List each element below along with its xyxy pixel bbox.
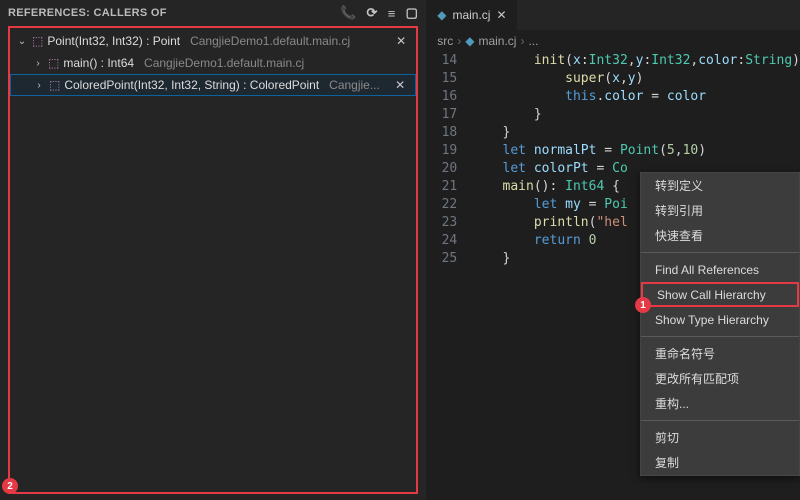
code-text: let colorPt = Co (471, 160, 628, 178)
menu-rename-symbol[interactable]: 重命名符号 (641, 341, 799, 366)
file-icon: ◆ (465, 34, 474, 48)
menu-highlight-label: Show Call Hierarchy (657, 288, 766, 302)
chevron-right-icon: › (520, 34, 524, 48)
menu-show-call-hierarchy[interactable]: Show Call Hierarchy 1 (641, 282, 799, 307)
code-line[interactable]: 15 super(x,y) (427, 70, 800, 88)
tree-root-loc: CangjieDemo1.default.main.cj (190, 34, 350, 48)
line-number: 14 (427, 52, 471, 70)
menu-separator (641, 420, 799, 421)
chevron-right-icon[interactable] (33, 80, 45, 91)
context-menu: 转到定义 转到引用 快速查看 Find All References Show … (640, 172, 800, 476)
code-text: } (471, 250, 510, 268)
tree-child-loc: CangjieDemo1.default.main.cj (144, 56, 304, 70)
menu-separator (641, 252, 799, 253)
editor-panel: ◆ main.cj ✕ src › ◆ main.cj › ... 14 ini… (427, 0, 800, 500)
breadcrumb-more[interactable]: ... (528, 34, 538, 48)
close-icon[interactable]: ✕ (391, 78, 409, 92)
chevron-right-icon[interactable] (32, 58, 44, 69)
method-icon: ⬚ (48, 56, 59, 70)
code-line[interactable]: 17 } (427, 106, 800, 124)
tree-child-loc: Cangjie... (329, 78, 380, 92)
code-text: return 0 (471, 232, 596, 250)
tree-child-sig: ColoredPoint(Int32, Int32, String) : Col… (64, 78, 319, 92)
line-number: 22 (427, 196, 471, 214)
panel-header: REFERENCES: CALLERS OF 📞 ⟳ ≡ ▢ (0, 0, 426, 26)
code-line[interactable]: 18 } (427, 124, 800, 142)
menu-goto-definition[interactable]: 转到定义 (641, 173, 799, 198)
refresh-icon[interactable]: ⟳ (367, 5, 378, 21)
close-icon[interactable]: ✕ (392, 34, 410, 48)
code-text: } (471, 124, 510, 142)
menu-cut[interactable]: 剪切 (641, 425, 799, 450)
tab-label: main.cj (452, 8, 490, 22)
collapse-icon[interactable]: ≡ (388, 6, 396, 21)
method-icon: ⬚ (49, 78, 60, 92)
chevron-down-icon[interactable] (16, 36, 28, 47)
code-text: super(x,y) (471, 70, 643, 88)
tree-root-sig: Point(Int32, Int32) : Point (47, 34, 180, 48)
menu-peek[interactable]: 快速查看 (641, 223, 799, 248)
breadcrumb-src[interactable]: src (437, 34, 453, 48)
editor-tabs: ◆ main.cj ✕ (427, 0, 800, 30)
close-icon[interactable]: ✕ (496, 8, 506, 22)
call-hierarchy-tree: ⬚ Point(Int32, Int32) : Point CangjieDem… (8, 26, 418, 494)
line-number: 21 (427, 178, 471, 196)
method-icon: ⬚ (32, 34, 43, 48)
line-number: 17 (427, 106, 471, 124)
tab-main-cj[interactable]: ◆ main.cj ✕ (427, 0, 517, 30)
code-line[interactable]: 14 init(x:Int32,y:Int32,color:String) (427, 52, 800, 70)
line-number: 24 (427, 232, 471, 250)
code-text: } (471, 106, 541, 124)
line-number: 23 (427, 214, 471, 232)
menu-refactor[interactable]: 重构... (641, 391, 799, 416)
tree-child[interactable]: ⬚ ColoredPoint(Int32, Int32, String) : C… (10, 74, 416, 96)
layout-icon[interactable]: ▢ (406, 5, 419, 21)
tree-child[interactable]: ⬚ main() : Int64 CangjieDemo1.default.ma… (10, 52, 416, 74)
line-number: 25 (427, 250, 471, 268)
menu-find-all-references[interactable]: Find All References (641, 257, 799, 282)
panel-title: REFERENCES: CALLERS OF (8, 7, 167, 19)
annotation-badge-2: 2 (2, 478, 18, 494)
code-text: this.color = color (471, 88, 706, 106)
code-text: main(): Int64 { (471, 178, 620, 196)
call-icon[interactable]: 📞 (340, 5, 357, 21)
code-line[interactable]: 16 this.color = color (427, 88, 800, 106)
line-number: 19 (427, 142, 471, 160)
code-text: let my = Poi (471, 196, 628, 214)
breadcrumb[interactable]: src › ◆ main.cj › ... (427, 30, 800, 52)
line-number: 16 (427, 88, 471, 106)
code-text: println("hel (471, 214, 628, 232)
tree-root[interactable]: ⬚ Point(Int32, Int32) : Point CangjieDem… (10, 30, 416, 52)
panel-actions: 📞 ⟳ ≡ ▢ (340, 5, 418, 21)
code-text: let normalPt = Point(5,10) (471, 142, 706, 160)
tree-child-sig: main() : Int64 (63, 56, 134, 70)
file-icon: ◆ (437, 8, 446, 22)
line-number: 18 (427, 124, 471, 142)
code-text: init(x:Int32,y:Int32,color:String) (471, 52, 800, 70)
chevron-right-icon: › (457, 34, 461, 48)
code-line[interactable]: 19 let normalPt = Point(5,10) (427, 142, 800, 160)
menu-change-all[interactable]: 更改所有匹配项 (641, 366, 799, 391)
line-number: 20 (427, 160, 471, 178)
breadcrumb-file[interactable]: main.cj (478, 34, 516, 48)
line-number: 15 (427, 70, 471, 88)
menu-goto-references[interactable]: 转到引用 (641, 198, 799, 223)
references-panel: REFERENCES: CALLERS OF 📞 ⟳ ≡ ▢ ⬚ Point(I… (0, 0, 427, 500)
menu-show-type-hierarchy[interactable]: Show Type Hierarchy (641, 307, 799, 332)
menu-separator (641, 336, 799, 337)
menu-copy[interactable]: 复制 (641, 450, 799, 475)
